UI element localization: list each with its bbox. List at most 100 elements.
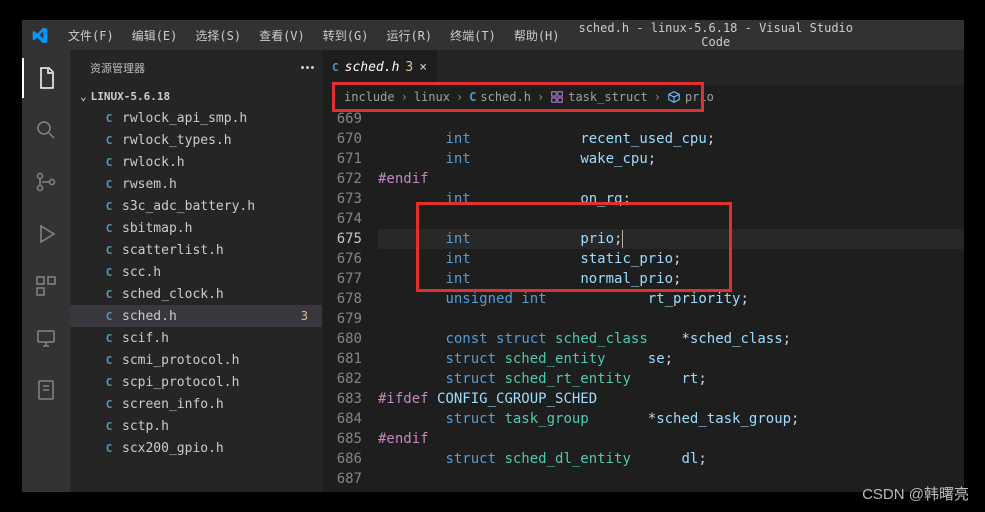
menu-item[interactable]: 运行(R) [378,23,440,48]
editor-area: C sched.h 3 × include › linux › C sched.h › t… [322,50,964,492]
file-icon: C [102,177,116,191]
extensions-icon[interactable] [22,266,70,306]
chevron-right-icon: › [401,90,408,104]
symbol-struct-icon [550,90,564,104]
file-icon: C [102,441,116,455]
menu-item[interactable]: 选择(S) [187,23,249,48]
file-row[interactable]: Cscatterlist.h [70,239,322,261]
breadcrumb-item[interactable]: prio [667,90,714,104]
code-line[interactable]: unsigned int rt_priority; [378,289,964,309]
menu-bar: 文件(F)编辑(E)选择(S)查看(V)转到(G)运行(R)终端(T)帮助(H) [60,23,568,48]
file-row[interactable]: Crwlock.h [70,151,322,173]
file-icon: C [102,309,116,323]
file-name: scif.h [122,331,169,346]
file-icon: C [102,199,116,213]
folder-header[interactable]: ⌄ LINUX-5.6.18 [70,85,322,107]
chevron-right-icon: › [456,90,463,104]
code-line[interactable] [378,309,964,329]
extra-icon[interactable] [22,370,70,410]
code-line[interactable]: struct sched_dl_entity dl; [378,449,964,469]
code-line[interactable] [378,209,964,229]
folder-name: LINUX-5.6.18 [91,90,170,103]
file-name: scmi_protocol.h [122,353,239,368]
code-line[interactable]: int wake_cpu; [378,149,964,169]
breadcrumb-item[interactable]: include [344,90,395,104]
explorer-icon[interactable] [22,58,70,98]
search-icon[interactable] [22,110,70,150]
code-line[interactable]: struct sched_entity se; [378,349,964,369]
sidebar-header: 资源管理器 [70,50,322,85]
file-icon: C [102,287,116,301]
watermark: CSDN @韩曙亮 [862,483,969,504]
symbol-field-icon [667,90,681,104]
file-name: sched_clock.h [122,287,224,302]
code-line[interactable]: #endif [378,169,964,189]
file-name: scc.h [122,265,161,280]
breadcrumb-item[interactable]: task_struct [550,90,647,104]
workbench-body: 资源管理器 ⌄ LINUX-5.6.18 Crwlock_api_smp.hCr… [22,50,964,492]
activity-bar [22,50,70,492]
breadcrumb[interactable]: include›linux›C sched.h› task_struct› pr… [322,85,964,109]
file-name: scpi_protocol.h [122,375,239,390]
file-row[interactable]: Cscreen_info.h [70,393,322,415]
git-decoration: 3 [405,60,413,75]
menu-item[interactable]: 帮助(H) [506,23,568,48]
code-line[interactable]: int prio; [378,229,964,249]
file-row[interactable]: Cscx200_gpio.h [70,437,322,459]
chevron-down-icon: ⌄ [80,90,87,103]
code-line[interactable]: struct sched_rt_entity rt; [378,369,964,389]
editor-code[interactable]: 6696706716726736746756766776786796806816… [322,109,964,492]
file-row[interactable]: Crwlock_api_smp.h [70,107,322,129]
file-row[interactable]: Cscc.h [70,261,322,283]
code-line[interactable]: int recent_used_cpu; [378,129,964,149]
file-icon: C [102,221,116,235]
code-line[interactable]: const struct sched_class *sched_class; [378,329,964,349]
file-name: scatterlist.h [122,243,224,258]
code-line[interactable]: struct task_group *sched_task_group; [378,409,964,429]
menu-item[interactable]: 编辑(E) [124,23,186,48]
menu-item[interactable]: 转到(G) [315,23,377,48]
code-line[interactable] [378,109,964,129]
tab-bar: C sched.h 3 × [322,50,964,85]
code-line[interactable]: #ifdef CONFIG_CGROUP_SCHED [378,389,964,409]
git-decoration: 3 [301,309,308,323]
code-line[interactable]: int on_rq; [378,189,964,209]
close-icon[interactable]: × [419,60,427,75]
file-row[interactable]: Csctp.h [70,415,322,437]
tab-title: sched.h [345,60,400,75]
editor-tab[interactable]: C sched.h 3 × [322,50,437,85]
file-row[interactable]: Csched.h 3 [70,305,322,327]
menu-item[interactable]: 查看(V) [251,23,313,48]
file-name: rwlock.h [122,155,185,170]
file-icon: C [102,243,116,257]
vscode-icon [32,27,48,43]
file-row[interactable]: Crwlock_types.h [70,129,322,151]
run-debug-icon[interactable] [22,214,70,254]
menu-item[interactable]: 文件(F) [60,23,122,48]
source-control-icon[interactable] [22,162,70,202]
file-row[interactable]: Cscmi_protocol.h [70,349,322,371]
file-name: rwlock_api_smp.h [122,111,247,126]
code-line[interactable]: int normal_prio; [378,269,964,289]
file-row[interactable]: Crwsem.h [70,173,322,195]
file-icon: C [102,155,116,169]
file-name: sctp.h [122,419,169,434]
file-row[interactable]: Cscif.h [70,327,322,349]
remote-icon[interactable] [22,318,70,358]
code-line[interactable]: int static_prio; [378,249,964,269]
file-row[interactable]: Csbitmap.h [70,217,322,239]
chevron-right-icon: › [654,90,661,104]
menu-item[interactable]: 终端(T) [442,23,504,48]
code-line[interactable]: #endif [378,429,964,449]
file-icon: C [102,419,116,433]
more-icon[interactable] [301,66,314,69]
vscode-window: 文件(F)编辑(E)选择(S)查看(V)转到(G)运行(R)终端(T)帮助(H)… [22,20,964,492]
file-row[interactable]: Cs3c_adc_battery.h [70,195,322,217]
file-row[interactable]: Cscpi_protocol.h [70,371,322,393]
breadcrumb-item[interactable]: C sched.h [469,90,531,104]
file-name: scx200_gpio.h [122,441,224,456]
file-row[interactable]: Csched_clock.h [70,283,322,305]
line-numbers: 6696706716726736746756766776786796806816… [322,109,378,492]
breadcrumb-item[interactable]: linux [414,90,450,104]
file-name: sched.h [122,309,177,324]
